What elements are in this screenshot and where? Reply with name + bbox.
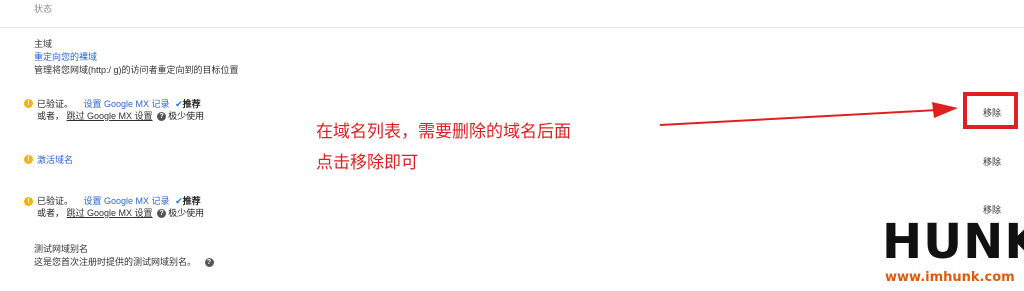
status-header-label: 状态 [34,4,53,14]
annotation-line-2: 点击移除即可 [316,153,418,173]
warning-icon: ! [24,155,33,164]
check-icon: ✔ [175,99,183,109]
remove-button[interactable]: 移除 [983,155,1001,168]
rarely-used-label: 极少使用 [168,208,205,218]
recommended-label: 推荐 [182,196,201,206]
hunk-logo: HUNK [882,214,1024,270]
primary-domain-title: 主域 [34,39,53,49]
test-alias-description: 这是您首次注册时提供的测试网域别名。 [34,257,197,267]
or-text: 或者， [37,208,65,218]
highlight-box [963,92,1018,129]
primary-domain-description: 管理将您网域(http:/ g)的访问者重定向到的目标位置 [34,65,239,75]
setup-mx-link[interactable]: 设置 Google MX 记录 [84,99,170,109]
help-icon[interactable]: ? [204,258,214,268]
verified-text: 已验证。 [37,99,74,109]
verified-text: 已验证。 [37,196,74,206]
status-header: 状态 [0,0,1024,28]
warning-icon: ! [24,99,33,108]
activate-domain-link[interactable]: 激活域名 [37,155,73,166]
verified-line: 已验证。 设置 Google MX 记录 ✔推荐 [37,99,201,110]
redirect-naked-domain-link[interactable]: 重定向您的裸域 [34,52,97,63]
skip-line: 或者， 跳过 Google MX 设置 ? 极少使用 [37,208,204,219]
test-alias-line: 这是您首次注册时提供的测试网域别名。 ? [34,257,216,268]
skip-mx-link[interactable]: 跳过 Google MX 设置 [67,208,153,218]
help-icon[interactable]: ? [157,112,167,122]
check-icon: ✔ [175,196,183,206]
setup-mx-link[interactable]: 设置 Google MX 记录 [84,196,170,206]
skip-mx-link[interactable]: 跳过 Google MX 设置 [67,111,153,121]
help-icon[interactable]: ? [157,209,167,219]
watermark-url: www.imhunk.com [885,270,1015,285]
verified-line: 已验证。 设置 Google MX 记录 ✔推荐 [37,196,201,207]
warning-icon: ! [24,197,33,206]
rarely-used-label: 极少使用 [168,111,205,121]
arrow-icon [659,102,958,126]
recommended-label: 推荐 [182,99,201,109]
skip-line: 或者， 跳过 Google MX 设置 ? 极少使用 [37,111,204,122]
or-text: 或者， [37,111,65,121]
annotation-line-1: 在域名列表，需要删除的域名后面 [316,122,571,142]
test-alias-title: 测试网域别名 [34,244,89,254]
